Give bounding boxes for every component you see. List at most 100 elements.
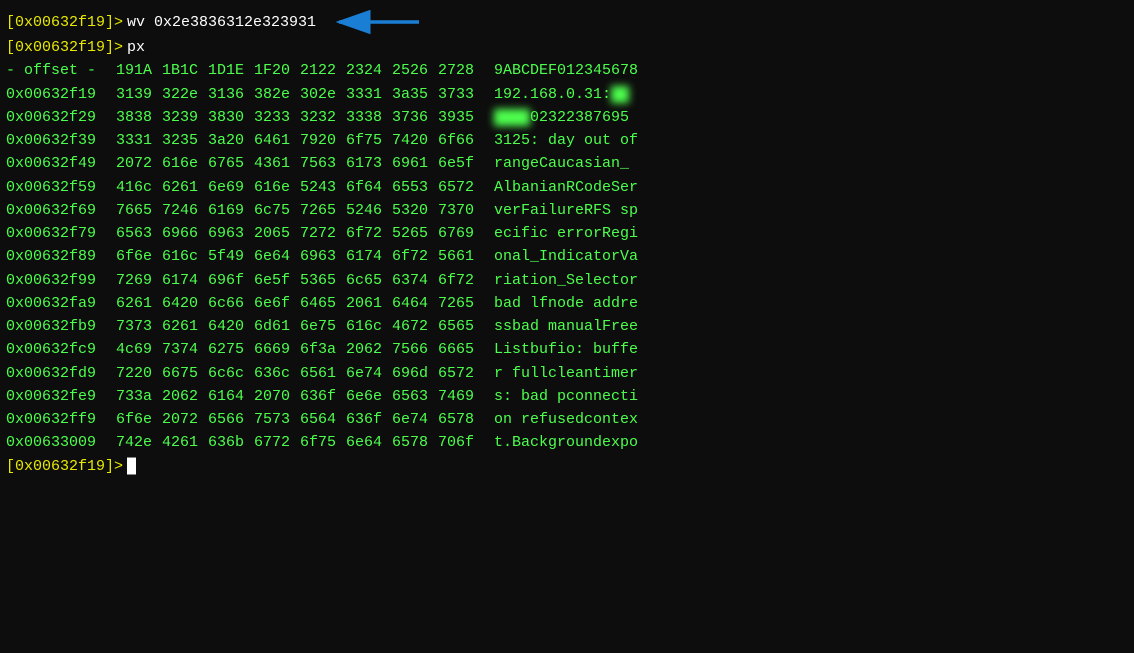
prompt: [0x00632f19]> bbox=[6, 11, 123, 34]
hex-value: 4c69 bbox=[116, 338, 162, 361]
command: wv 0x2e3836312e323931 bbox=[127, 11, 316, 34]
hex-value: 7269 bbox=[116, 269, 162, 292]
hex-value: 6261 bbox=[162, 315, 208, 338]
hex-value: 3136 bbox=[208, 83, 254, 106]
hex-value: 3233 bbox=[254, 106, 300, 129]
hex-value: 6578 bbox=[438, 408, 484, 431]
terminal-line: 0x00632f492072 616e 6765 4361 7563 6173 … bbox=[6, 152, 1128, 175]
col-header: 191A bbox=[116, 59, 162, 82]
ascii-value: ecific errorRegi bbox=[494, 222, 638, 245]
hex-value: 6566 bbox=[208, 408, 254, 431]
hex-value: 7920 bbox=[300, 129, 346, 152]
hex-value: 6f66 bbox=[438, 129, 484, 152]
hex-value: 3338 bbox=[346, 106, 392, 129]
hex-address: 0x00632f29 bbox=[6, 106, 116, 129]
hex-value: 2062 bbox=[346, 338, 392, 361]
hex-value: 5661 bbox=[438, 245, 484, 268]
ascii-value: ssbad manualFree bbox=[494, 315, 638, 338]
hex-value: 6e5f bbox=[438, 152, 484, 175]
hex-value: 7265 bbox=[438, 292, 484, 315]
ascii-value: onal_IndicatorVa bbox=[494, 245, 638, 268]
hex-address: 0x00633009 bbox=[6, 431, 116, 454]
hex-address: 0x00632f79 bbox=[6, 222, 116, 245]
hex-value: 7374 bbox=[162, 338, 208, 361]
hex-value: 7246 bbox=[162, 199, 208, 222]
hex-value: 5246 bbox=[346, 199, 392, 222]
col-header: 1B1C bbox=[162, 59, 208, 82]
hex-value: 3331 bbox=[116, 129, 162, 152]
hex-value: 6f75 bbox=[346, 129, 392, 152]
hex-value: 3838 bbox=[116, 106, 162, 129]
hex-value: 6261 bbox=[116, 292, 162, 315]
hex-value: 6572 bbox=[438, 362, 484, 385]
hex-value: 6420 bbox=[208, 315, 254, 338]
hex-address: 0x00632fd9 bbox=[6, 362, 116, 385]
hex-value: 6553 bbox=[392, 176, 438, 199]
hex-value: 6563 bbox=[116, 222, 162, 245]
hex-value: 6c6c bbox=[208, 362, 254, 385]
terminal-line: [0x00632f19]> wv 0x2e3836312e323931 bbox=[6, 8, 1128, 36]
hex-value: 2062 bbox=[162, 385, 208, 408]
hex-value: 6561 bbox=[300, 362, 346, 385]
hex-address: 0x00632f69 bbox=[6, 199, 116, 222]
hex-value: 706f bbox=[438, 431, 484, 454]
terminal-line: 0x00632f193139 322e 3136 382e 302e 3331 … bbox=[6, 83, 1128, 106]
hex-value: 6e74 bbox=[392, 408, 438, 431]
terminal-line: 0x00633009742e 4261 636b 6772 6f75 6e64 … bbox=[6, 431, 1128, 454]
terminal: [0x00632f19]> wv 0x2e3836312e323931 [0x0… bbox=[0, 0, 1134, 653]
hex-value: 6f72 bbox=[438, 269, 484, 292]
hex-value: 6f3a bbox=[300, 338, 346, 361]
prompt: [0x00632f19]> bbox=[6, 36, 123, 59]
terminal-line: [0x00632f19]>█ bbox=[6, 455, 1128, 478]
blue-arrow-icon bbox=[334, 8, 424, 36]
hex-value: 7370 bbox=[438, 199, 484, 222]
hex-value: 696d bbox=[392, 362, 438, 385]
hex-value: 6461 bbox=[254, 129, 300, 152]
hex-value: 6275 bbox=[208, 338, 254, 361]
hex-value: 6f64 bbox=[346, 176, 392, 199]
hex-value: 302e bbox=[300, 83, 346, 106]
terminal-line: 0x00632fb97373 6261 6420 6d61 6e75 616c … bbox=[6, 315, 1128, 338]
hex-value: 6464 bbox=[392, 292, 438, 315]
hex-address: 0x00632fe9 bbox=[6, 385, 116, 408]
hex-value: 636b bbox=[208, 431, 254, 454]
hex-value: 3331 bbox=[346, 83, 392, 106]
hex-value: 6c65 bbox=[346, 269, 392, 292]
hex-value: 6f75 bbox=[300, 431, 346, 454]
command: px bbox=[127, 36, 145, 59]
ascii-value: r fullcleantimer bbox=[494, 362, 638, 385]
hex-address: 0x00632f59 bbox=[6, 176, 116, 199]
hex-value: 6765 bbox=[208, 152, 254, 175]
hex-value: 3a20 bbox=[208, 129, 254, 152]
hex-value: 6e5f bbox=[254, 269, 300, 292]
hex-value: 6963 bbox=[208, 222, 254, 245]
hex-value: 3235 bbox=[162, 129, 208, 152]
hex-value: 3935 bbox=[438, 106, 484, 129]
hex-value: 3139 bbox=[116, 83, 162, 106]
ascii-value: XXXX02322387695 bbox=[494, 106, 629, 129]
hex-value: 5365 bbox=[300, 269, 346, 292]
hex-address: 0x00632f39 bbox=[6, 129, 116, 152]
hex-value: 3736 bbox=[392, 106, 438, 129]
hex-value: 6563 bbox=[392, 385, 438, 408]
terminal-line: - offset -191A 1B1C 1D1E 1F20 2122 2324 … bbox=[6, 59, 1128, 82]
hex-value: 6572 bbox=[438, 176, 484, 199]
terminal-line: 0x00632f697665 7246 6169 6c75 7265 5246 … bbox=[6, 199, 1128, 222]
cursor: █ bbox=[127, 455, 136, 478]
hex-value: 4361 bbox=[254, 152, 300, 175]
hex-value: 7272 bbox=[300, 222, 346, 245]
hex-value: 3733 bbox=[438, 83, 484, 106]
ascii-value: riation_Selector bbox=[494, 269, 638, 292]
terminal-line: 0x00632f293838 3239 3830 3233 3232 3338 … bbox=[6, 106, 1128, 129]
hex-value: 636c bbox=[254, 362, 300, 385]
hex-value: 6f72 bbox=[346, 222, 392, 245]
hex-value: 6564 bbox=[300, 408, 346, 431]
hex-value: 5f49 bbox=[208, 245, 254, 268]
hex-value: 6c75 bbox=[254, 199, 300, 222]
offset-label: - offset - bbox=[6, 59, 116, 82]
hex-value: 7220 bbox=[116, 362, 162, 385]
hex-value: 7573 bbox=[254, 408, 300, 431]
terminal-line: 0x00632f896f6e 616c 5f49 6e64 6963 6174 … bbox=[6, 245, 1128, 268]
hex-value: 6772 bbox=[254, 431, 300, 454]
ascii-value: Listbufio: buffe bbox=[494, 338, 638, 361]
